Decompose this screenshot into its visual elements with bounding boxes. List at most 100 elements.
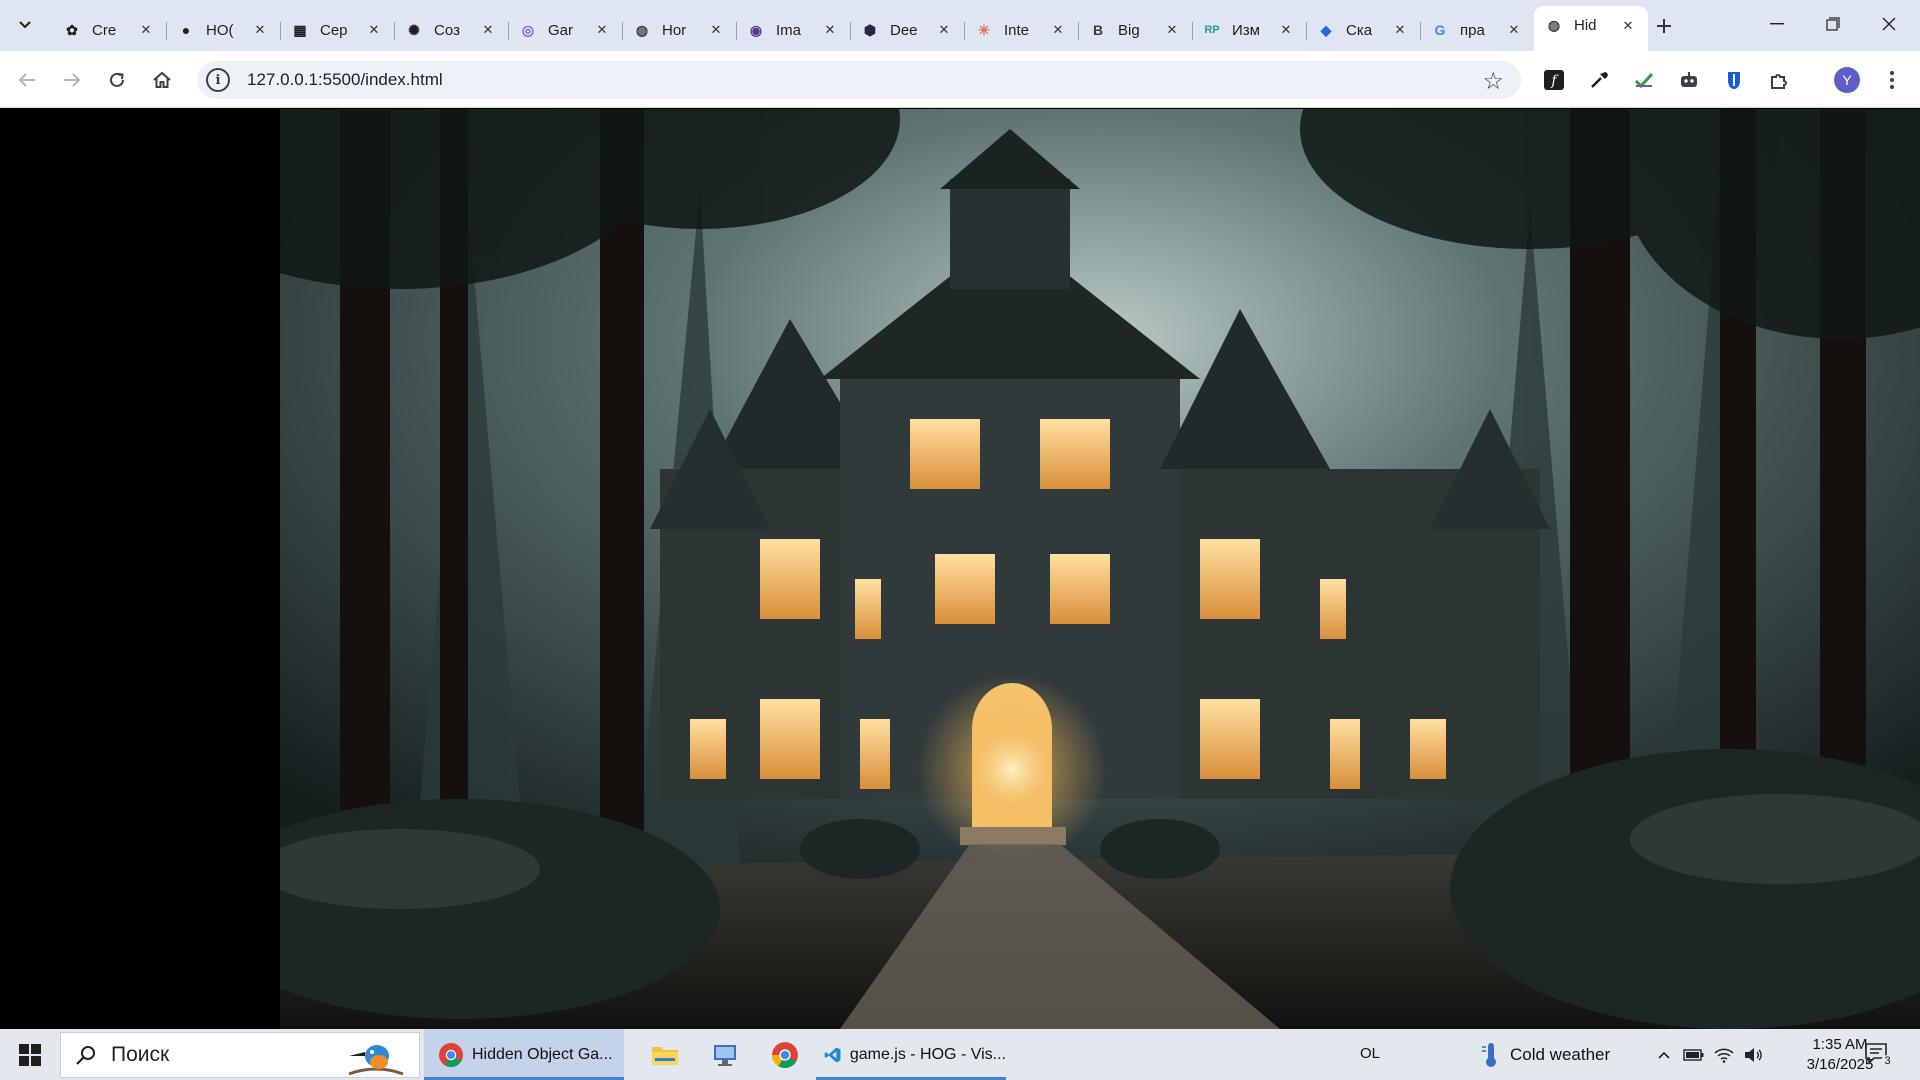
file-explorer-icon	[652, 1046, 678, 1065]
tab[interactable]: ✳ Inte ✕	[964, 11, 1078, 49]
start-button[interactable]	[8, 1037, 52, 1073]
tab-close-icon[interactable]: ✕	[478, 20, 498, 40]
menu-button[interactable]	[1875, 63, 1909, 97]
minimize-icon	[1770, 23, 1784, 25]
tab-label: Big	[1118, 21, 1140, 39]
taskbar-search[interactable]: Поиск	[60, 1032, 420, 1078]
browser-tab-strip: ✿ Cre ✕ ● HO(✕ ▦ Сер ✕ ✺ Coз ✕ ◎ Gar ✕ ◍ Hor ✕ ◉ Ima ✕ ⬢ Dee ✕…	[0, 0, 1920, 51]
shield-extension-icon[interactable]	[1717, 63, 1751, 97]
checkmark-extension-icon[interactable]	[1627, 63, 1661, 97]
google-icon: G	[1434, 22, 1446, 38]
thermometer-icon	[1482, 1042, 1496, 1067]
tab-close-icon[interactable]: ✕	[1504, 20, 1524, 40]
tab[interactable]: ◆ Ска ✕	[1306, 11, 1420, 49]
browser-toolbar: i 127.0.0.1:5500/index.html ☆ f Y	[0, 51, 1920, 108]
tab-close-icon[interactable]: ✕	[1618, 16, 1638, 36]
windows-logo-icon	[19, 1044, 41, 1066]
tab[interactable]: ✺ Coз ✕	[394, 11, 508, 49]
tab-search-button[interactable]	[9, 9, 41, 41]
show-hidden-icons-button[interactable]	[1650, 1029, 1678, 1080]
github-icon: ●	[181, 22, 191, 38]
kingfisher-search-highlight-icon	[348, 1045, 404, 1076]
tab-label: HO(	[206, 21, 234, 39]
taskbar-network-app[interactable]	[700, 1029, 750, 1080]
tab-close-icon[interactable]: ✕	[934, 20, 954, 40]
battery-status[interactable]	[1681, 1029, 1707, 1080]
ime-indicator[interactable]: OL	[1360, 1045, 1380, 1062]
puzzle-extensions-icon[interactable]	[1762, 63, 1796, 97]
tab[interactable]: ◍ Hor ✕	[622, 11, 736, 49]
tab-close-icon[interactable]: ✕	[364, 20, 384, 40]
back-button[interactable]	[10, 63, 44, 97]
close-window-button[interactable]	[1861, 0, 1917, 48]
speaker-icon	[1745, 1047, 1762, 1062]
robot-extension-icon[interactable]	[1672, 63, 1706, 97]
rp-icon: RP	[1204, 24, 1220, 36]
tab-close-icon[interactable]: ✕	[250, 20, 270, 40]
taskbar-file-explorer[interactable]	[640, 1029, 690, 1080]
home-icon	[153, 71, 171, 88]
search-placeholder: Поиск	[111, 1043, 170, 1066]
close-icon	[1882, 17, 1896, 31]
tab-close-icon[interactable]: ✕	[1162, 20, 1182, 40]
deepseek-icon: ⬢	[863, 21, 877, 38]
forward-button[interactable]	[55, 63, 89, 97]
tab-close-icon[interactable]: ✕	[1276, 20, 1296, 40]
search-icon	[76, 1046, 95, 1065]
taskbar-vscode-label: game.js - HOG - Vis...	[849, 1045, 1006, 1063]
weather-widget[interactable]: Cold weather	[1478, 1029, 1638, 1080]
taskbar-vscode-window[interactable]: game.js - HOG - Vis...	[816, 1029, 1006, 1080]
tab-close-icon[interactable]: ✕	[1048, 20, 1068, 40]
openai-icon: ✺	[408, 21, 420, 38]
tab-close-icon[interactable]: ✕	[1390, 20, 1410, 40]
reload-icon	[110, 72, 124, 87]
tab-label: Coз	[434, 21, 461, 39]
notifications-button[interactable]: 3	[1864, 1042, 1894, 1068]
bookmark-star-icon[interactable]: ☆	[1482, 67, 1504, 96]
tab[interactable]: ◉ Ima ✕	[736, 11, 850, 49]
extension-f-icon[interactable]: f	[1537, 63, 1571, 97]
taskbar-chrome-label: Hidden Object Ga...	[472, 1045, 613, 1063]
tab-label: Hid	[1574, 17, 1597, 34]
minimize-button[interactable]	[1749, 0, 1805, 48]
url-text[interactable]: 127.0.0.1:5500/index.html	[247, 70, 443, 90]
tab-close-icon[interactable]: ✕	[706, 20, 726, 40]
tab[interactable]: ✿ Cre ✕	[52, 11, 166, 49]
profile-avatar[interactable]: Y	[1830, 63, 1864, 97]
tab-close-icon[interactable]: ✕	[136, 20, 156, 40]
restore-button[interactable]	[1805, 0, 1861, 48]
tab[interactable]: B Big ✕	[1078, 11, 1192, 49]
new-tab-button[interactable]	[1649, 11, 1679, 41]
tab-label: Сер	[320, 21, 348, 39]
reload-button[interactable]	[100, 63, 134, 97]
haunted-mansion-scene[interactable]	[280, 109, 1920, 1029]
volume-control[interactable]	[1740, 1029, 1766, 1080]
chevron-down-icon	[19, 21, 31, 29]
tab[interactable]: ⬢ Dee ✕	[850, 11, 964, 49]
chrome-icon	[772, 1041, 798, 1068]
taskbar-chrome-pinned[interactable]	[760, 1029, 810, 1080]
tab-label: Ска	[1346, 21, 1373, 39]
vscode-icon	[824, 1046, 841, 1063]
bird-icon: ◆	[1320, 21, 1332, 38]
avatar-icon: ◉	[749, 21, 763, 38]
wifi-icon	[1714, 1048, 1734, 1063]
bing-icon: B	[1092, 22, 1104, 38]
tab-close-icon[interactable]: ✕	[820, 20, 840, 40]
tab-close-icon[interactable]: ✕	[592, 20, 612, 40]
tab[interactable]: ◎ Gar ✕	[508, 11, 622, 49]
kebab-menu-icon	[1890, 71, 1894, 89]
globe-icon: ◍	[1547, 17, 1561, 33]
eyedropper-icon[interactable]	[1582, 63, 1616, 97]
tab[interactable]: Gпра ✕	[1420, 11, 1534, 49]
address-bar[interactable]: i 127.0.0.1:5500/index.html ☆	[197, 61, 1521, 99]
site-info-icon[interactable]: i	[206, 68, 230, 92]
network-status[interactable]	[1711, 1029, 1737, 1080]
home-button[interactable]	[145, 63, 179, 97]
tab[interactable]: RP Изм ✕	[1192, 11, 1306, 49]
tab-active[interactable]: ◍ Hid ✕	[1534, 6, 1648, 51]
tab[interactable]: ● HO( ✕	[166, 11, 280, 49]
tab[interactable]: ▦ Сер ✕	[280, 11, 394, 49]
chevron-up-icon	[1658, 1051, 1670, 1059]
taskbar-chrome-window[interactable]: Hidden Object Ga...	[424, 1029, 624, 1080]
